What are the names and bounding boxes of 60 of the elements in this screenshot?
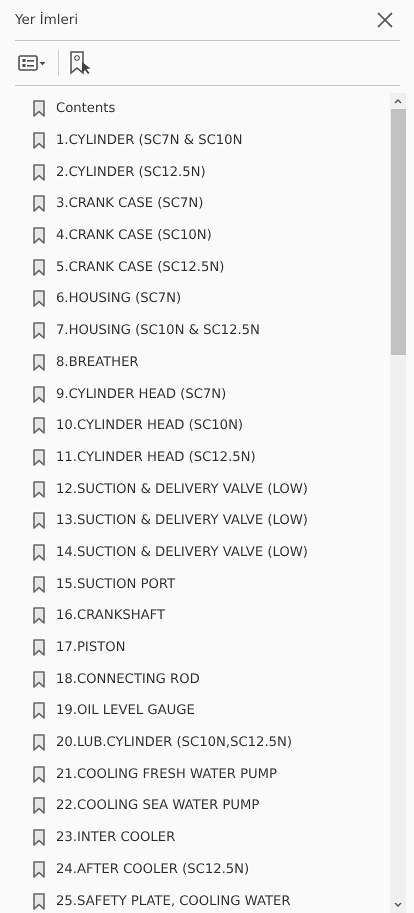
- bookmark-add-icon[interactable]: [69, 51, 91, 75]
- bookmark-icon: [33, 576, 45, 593]
- scrollbar-thumb[interactable]: [390, 109, 406, 355]
- bookmark-icon: [33, 860, 45, 878]
- bookmark-item[interactable]: 25.SAFETY PLATE, COOLING WATER: [56, 894, 291, 909]
- bookmark-icon: [33, 164, 45, 181]
- bookmark-item[interactable]: 4.CRANK CASE (SC10N): [56, 228, 212, 244]
- bookmark-icon: [33, 480, 45, 498]
- bookmark-icon: [33, 258, 45, 276]
- bookmark-item[interactable]: 18.CONNECTING ROD: [56, 672, 200, 687]
- scroll-down-icon[interactable]: [394, 902, 402, 908]
- bookmark-item[interactable]: 2.CYLINDER (SC12.5N): [56, 164, 206, 180]
- bookmark-item[interactable]: 10.CYLINDER HEAD (SC10N): [56, 418, 244, 434]
- bookmark-item[interactable]: 19.OIL LEVEL GAUGE: [56, 703, 195, 718]
- bookmark-item[interactable]: 5.CRANK CASE (SC12.5N): [56, 260, 224, 275]
- bookmark-item[interactable]: 7.HOUSING (SC10N & SC12.5N: [56, 323, 260, 338]
- bookmark-icon: [33, 512, 45, 530]
- close-icon[interactable]: [376, 11, 394, 29]
- panel-title: Yer İmleri: [15, 12, 78, 28]
- bookmark-icon: [33, 386, 45, 403]
- bookmark-item[interactable]: 12.SUCTION & DELIVERY VALVE (LOW): [56, 482, 308, 497]
- bookmark-icon: [33, 892, 45, 910]
- bookmark-icon: [33, 417, 45, 434]
- bookmark-icon: [33, 322, 45, 340]
- bookmark-item[interactable]: 21.COOLING FRESH WATER PUMP: [56, 766, 278, 782]
- bookmark-item[interactable]: 14.SUCTION & DELIVERY VALVE (LOW): [56, 544, 308, 560]
- scrollbar[interactable]: [390, 93, 406, 913]
- bookmark-icon: [33, 290, 45, 308]
- bookmark-item[interactable]: 16.CRANKSHAFT: [56, 608, 166, 624]
- bookmark-item[interactable]: Contents: [56, 101, 116, 116]
- bookmark-item[interactable]: 17.PISTON: [56, 640, 126, 656]
- bookmark-item[interactable]: 13.SUCTION & DELIVERY VALVE (LOW): [56, 513, 308, 528]
- bookmark-icon: [33, 100, 45, 118]
- bookmark-item[interactable]: 8.BREATHER: [56, 354, 139, 370]
- bookmark-icon: [33, 766, 45, 783]
- bookmark-item[interactable]: 15.SUCTION PORT: [56, 576, 176, 592]
- bookmark-item[interactable]: 9.CYLINDER HEAD (SC7N): [56, 386, 226, 402]
- bookmark-icon: [33, 829, 45, 846]
- bookmark-item[interactable]: 20.LUB.CYLINDER (SC10N,SC12.5N): [56, 735, 292, 750]
- bookmark-icon: [33, 670, 45, 688]
- options-icon[interactable]: [18, 54, 48, 72]
- bookmark-icon: [33, 607, 45, 624]
- scroll-up-icon[interactable]: [394, 98, 402, 104]
- bookmark-icon: [33, 639, 45, 656]
- bookmark-item[interactable]: 3.CRANK CASE (SC7N): [56, 196, 204, 212]
- bookmark-icon: [33, 734, 45, 752]
- bookmark-icon: [33, 354, 45, 371]
- bookmark-item[interactable]: 1.CYLINDER (SC7N & SC10N: [56, 133, 242, 148]
- bookmark-icon: [33, 797, 45, 814]
- bookmark-icon: [33, 227, 45, 244]
- bookmark-item[interactable]: 11.CYLINDER HEAD (SC12.5N): [56, 450, 256, 465]
- bookmark-icon: [33, 448, 45, 466]
- bookmark-item[interactable]: 24.AFTER COOLER (SC12.5N): [56, 862, 250, 877]
- bookmark-icon: [33, 544, 45, 561]
- bookmark-item[interactable]: 23.INTER COOLER: [56, 830, 176, 846]
- bookmark-item[interactable]: 6.HOUSING (SC7N): [56, 291, 182, 306]
- bookmark-icon: [33, 702, 45, 720]
- bookmark-item[interactable]: 22.COOLING SEA WATER PUMP: [56, 798, 260, 814]
- bookmark-icon: [33, 132, 45, 150]
- bookmark-icon: [33, 195, 45, 212]
